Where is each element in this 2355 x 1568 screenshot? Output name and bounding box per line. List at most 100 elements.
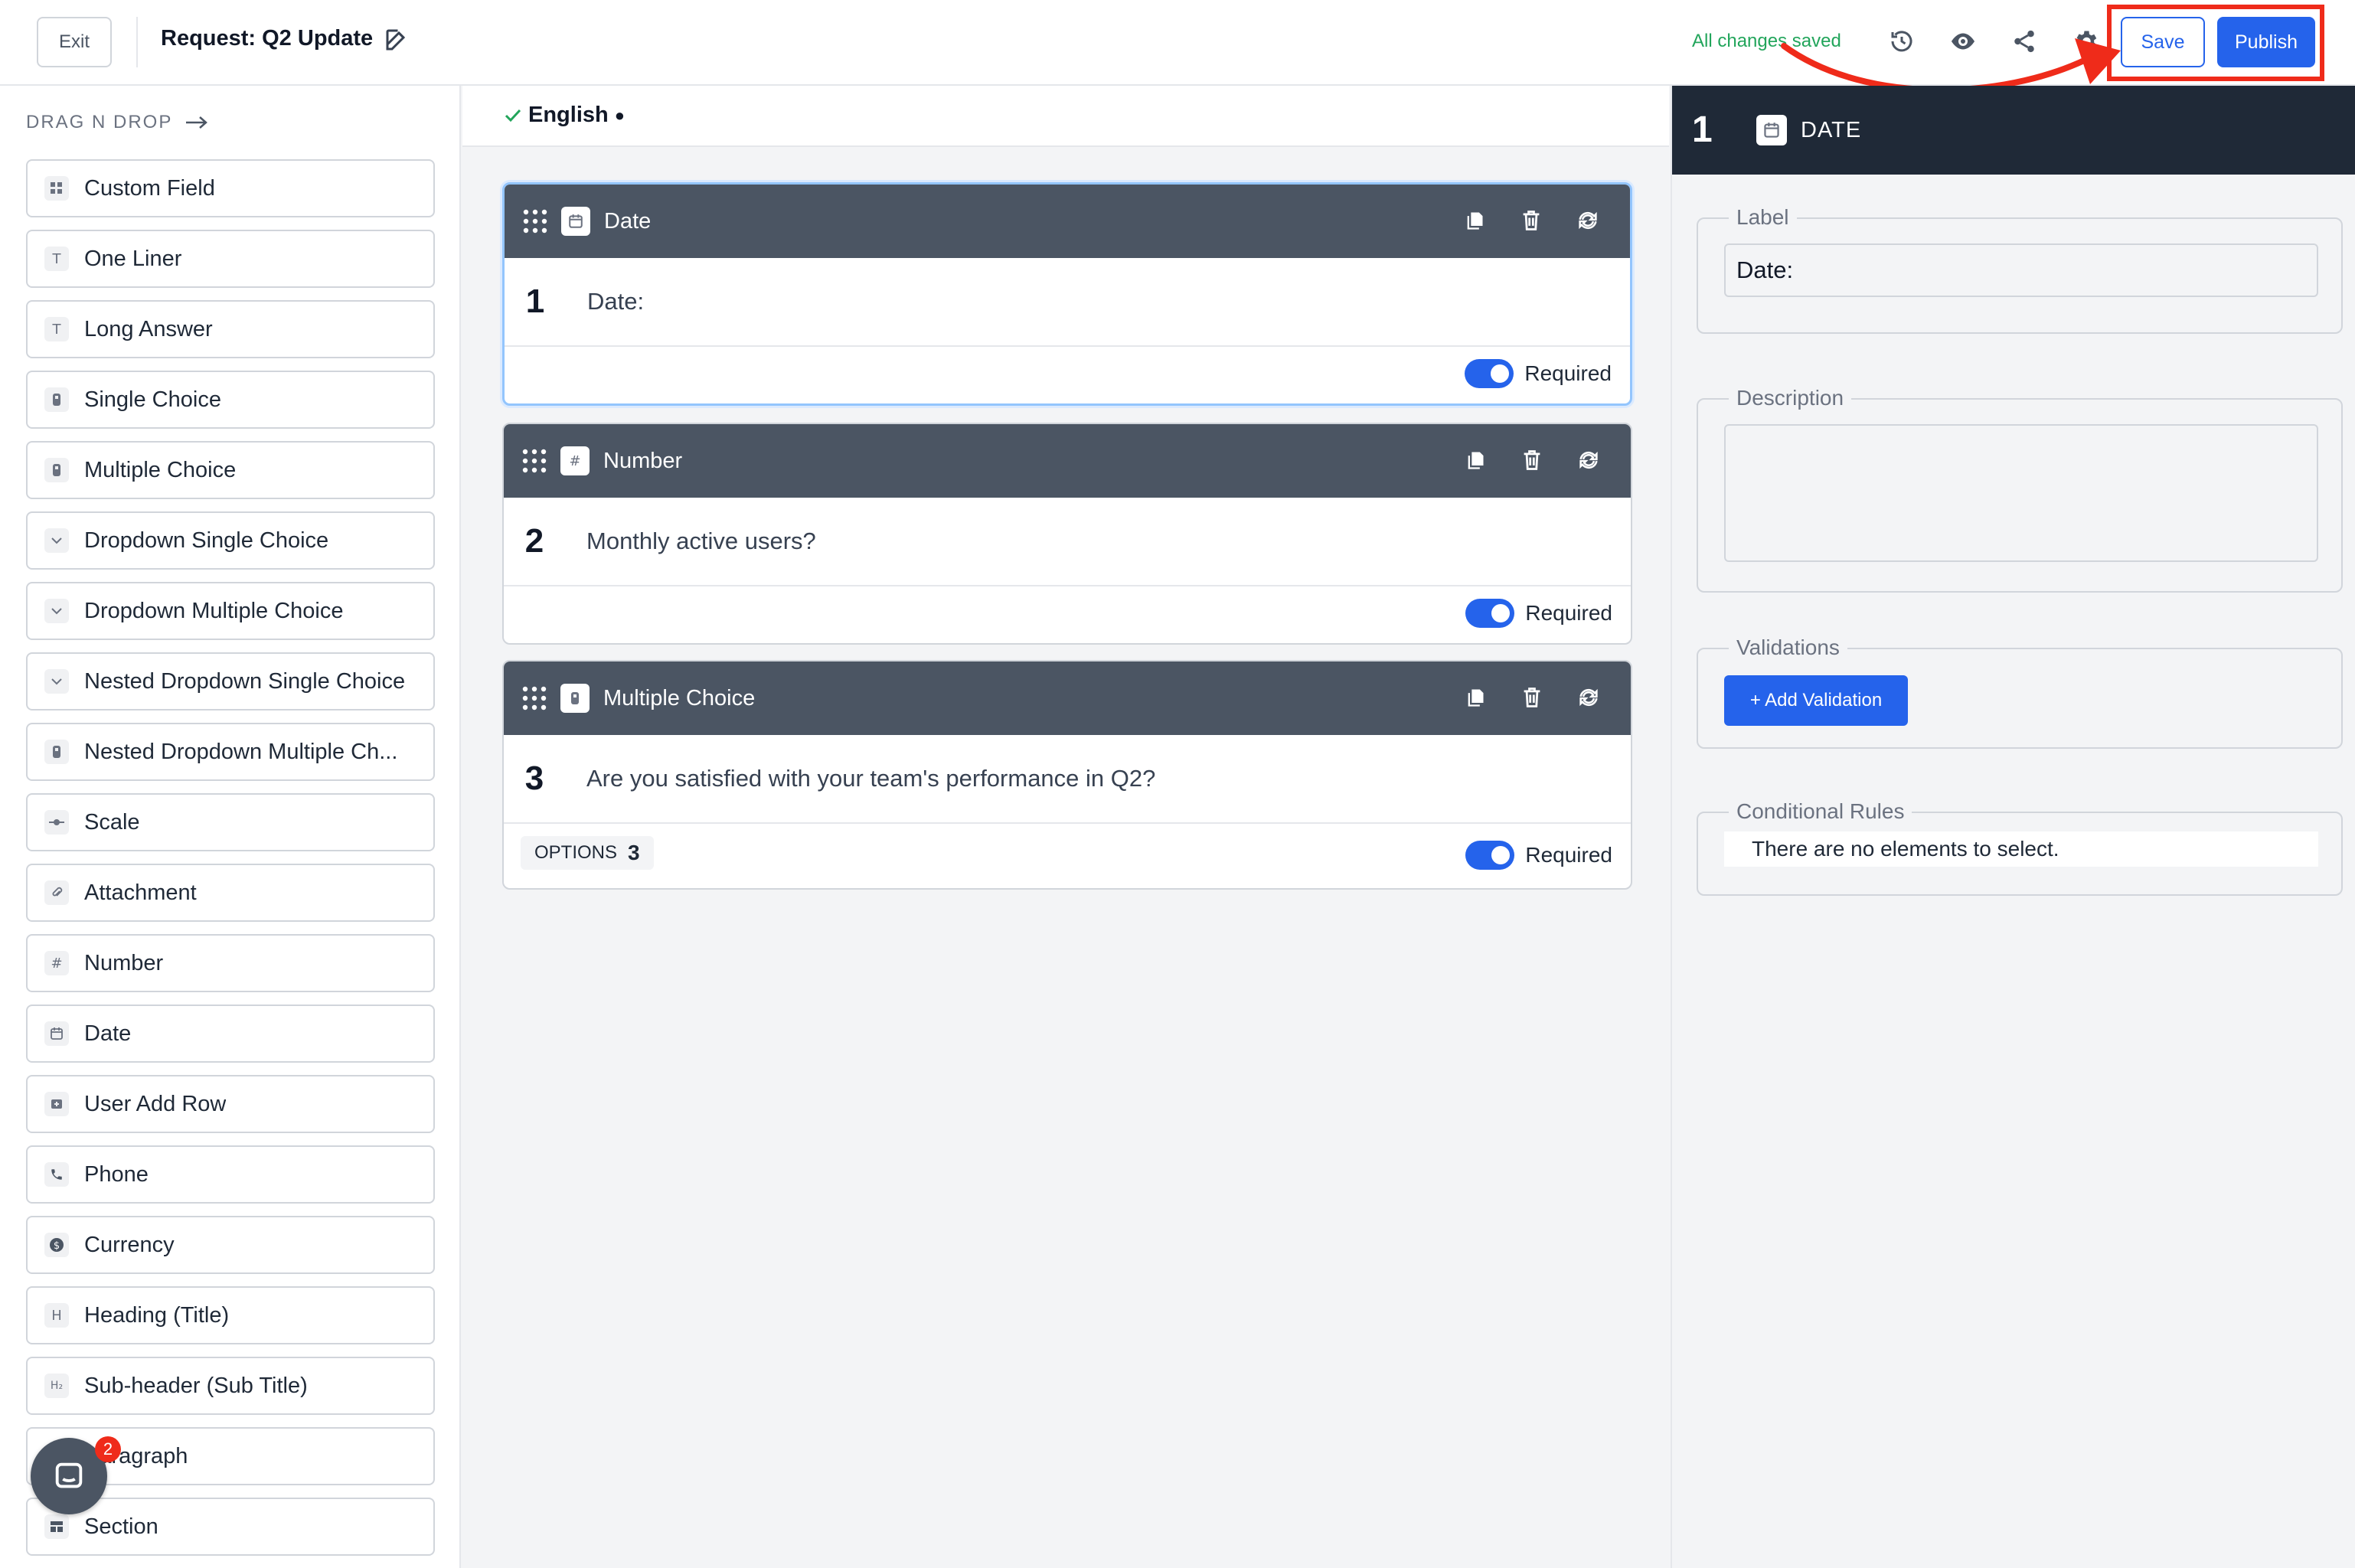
save-button[interactable]: Save <box>2121 17 2205 67</box>
tool-phone[interactable]: Phone <box>26 1145 435 1204</box>
required-toggle[interactable] <box>1465 359 1514 388</box>
question-card-number[interactable]: # Number 2 Monthly active users? Require… <box>502 423 1632 645</box>
delete-icon[interactable] <box>1517 683 1547 712</box>
phone-icon <box>44 1162 69 1187</box>
choice-icon <box>560 684 590 713</box>
calendar-icon <box>44 1021 69 1046</box>
form-canvas: English ● Date 1 Date: Required # Number… <box>462 86 1669 1568</box>
drag-handle-icon[interactable] <box>521 447 548 475</box>
tool-dropdown-single-choice[interactable]: Dropdown Single Choice <box>26 511 435 570</box>
conditional-empty-message: There are no elements to select. <box>1724 831 2318 867</box>
tool-number[interactable]: # Number <box>26 934 435 992</box>
replace-icon[interactable] <box>1574 446 1603 475</box>
tool-scale[interactable]: Scale <box>26 793 435 851</box>
options-label: OPTIONS <box>534 842 618 863</box>
tool-heading[interactable]: H Heading (Title) <box>26 1286 435 1344</box>
required-toggle[interactable] <box>1465 841 1515 870</box>
duplicate-icon[interactable] <box>1460 206 1489 235</box>
question-number: 2 <box>524 522 544 560</box>
hash-icon: # <box>560 446 590 475</box>
tool-long-answer[interactable]: T Long Answer <box>26 300 435 358</box>
question-text: Are you satisfied with your team's perfo… <box>586 765 1156 792</box>
description-textarea[interactable] <box>1724 424 2318 562</box>
tool-user-add-row[interactable]: User Add Row <box>26 1075 435 1133</box>
card-header: Multiple Choice <box>504 662 1631 735</box>
card-body[interactable]: 1 Date: <box>505 258 1630 347</box>
card-header: Date <box>505 185 1630 258</box>
card-footer: OPTIONS 3 Required <box>504 824 1631 888</box>
chevron-down-icon <box>44 528 69 553</box>
label-legend: Label <box>1729 205 1797 230</box>
tool-currency[interactable]: $ Currency <box>26 1216 435 1274</box>
paperclip-icon <box>44 880 69 905</box>
tool-label: One Liner <box>84 246 182 271</box>
check-icon <box>505 109 521 122</box>
tool-label: Nested Dropdown Multiple Ch... <box>84 739 398 764</box>
exit-button[interactable]: Exit <box>37 17 112 67</box>
duplicate-icon[interactable] <box>1461 446 1490 475</box>
tool-custom-field[interactable]: Custom Field <box>26 159 435 217</box>
question-text: Monthly active users? <box>586 528 816 554</box>
label-input[interactable]: Date: <box>1724 243 2318 297</box>
heading-icon: H <box>44 1303 69 1328</box>
validations-fieldset: Validations + Add Validation <box>1697 635 2343 749</box>
question-number: 3 <box>524 760 544 797</box>
required-label: Required <box>1525 843 1612 867</box>
options-count: 3 <box>628 841 640 864</box>
card-header: # Number <box>504 424 1631 498</box>
field-palette-sidebar: DRAG N DROP Custom Field T One Liner T L… <box>0 86 461 1568</box>
tab-language-english[interactable]: English ● <box>504 103 625 128</box>
tool-label: Section <box>84 1514 158 1539</box>
required-control: Required <box>1465 359 1612 388</box>
required-control: Required <box>1465 599 1612 628</box>
tool-dropdown-multiple-choice[interactable]: Dropdown Multiple Choice <box>26 582 435 640</box>
tool-multiple-choice[interactable]: Multiple Choice <box>26 441 435 499</box>
divider <box>136 17 138 67</box>
replace-icon[interactable] <box>1574 683 1603 712</box>
tool-attachment[interactable]: Attachment <box>26 864 435 922</box>
publish-button[interactable]: Publish <box>2217 17 2315 67</box>
drag-handle-icon[interactable] <box>521 684 548 712</box>
svg-text:$: $ <box>54 1240 60 1252</box>
tool-nested-dropdown-single[interactable]: Nested Dropdown Single Choice <box>26 652 435 710</box>
chevron-down-icon <box>44 669 69 694</box>
tool-label: Custom Field <box>84 175 215 201</box>
hash-icon: # <box>44 951 69 975</box>
delete-icon[interactable] <box>1517 206 1546 235</box>
card-body[interactable]: 2 Monthly active users? <box>504 498 1631 586</box>
question-text: Date: <box>587 288 645 315</box>
tool-subheader[interactable]: H₂ Sub-header (Sub Title) <box>26 1357 435 1415</box>
duplicate-icon[interactable] <box>1461 683 1490 712</box>
question-card-multiple-choice[interactable]: Multiple Choice 3 Are you satisfied with… <box>502 660 1632 890</box>
sidebar-heading: DRAG N DROP <box>26 112 209 133</box>
card-footer: Required <box>505 347 1630 403</box>
tool-label: Scale <box>84 809 140 835</box>
add-validation-button[interactable]: + Add Validation <box>1724 675 1908 726</box>
question-card-date[interactable]: Date 1 Date: Required <box>502 182 1632 406</box>
tool-nested-dropdown-multiple[interactable]: Nested Dropdown Multiple Ch... <box>26 723 435 781</box>
tool-label: User Add Row <box>84 1091 227 1116</box>
delete-icon[interactable] <box>1517 446 1547 475</box>
card-footer: Required <box>504 586 1631 643</box>
tool-label: Number <box>84 950 164 975</box>
drag-handle-icon[interactable] <box>521 207 549 235</box>
replace-icon[interactable] <box>1573 206 1602 235</box>
card-type-label: Multiple Choice <box>603 685 756 710</box>
grid-icon <box>44 176 69 201</box>
tool-label: Phone <box>84 1161 149 1187</box>
chat-unread-badge: 2 <box>95 1436 121 1462</box>
tool-date[interactable]: Date <box>26 1004 435 1063</box>
language-bar: English ● <box>462 86 1669 147</box>
currency-icon: $ <box>44 1233 69 1257</box>
properties-panel: 1 DATE Label Date: Description Validatio… <box>1671 86 2355 1568</box>
tool-one-liner[interactable]: T One Liner <box>26 230 435 288</box>
text-icon: T <box>44 317 69 341</box>
required-label: Required <box>1525 601 1612 625</box>
tool-single-choice[interactable]: Single Choice <box>26 371 435 429</box>
required-toggle[interactable] <box>1465 599 1515 628</box>
scale-icon <box>44 810 69 835</box>
card-body[interactable]: 3 Are you satisfied with your team's per… <box>504 735 1631 824</box>
tool-label: Single Choice <box>84 387 221 412</box>
edit-icon[interactable] <box>383 26 410 54</box>
options-count-chip[interactable]: OPTIONS 3 <box>521 836 654 870</box>
